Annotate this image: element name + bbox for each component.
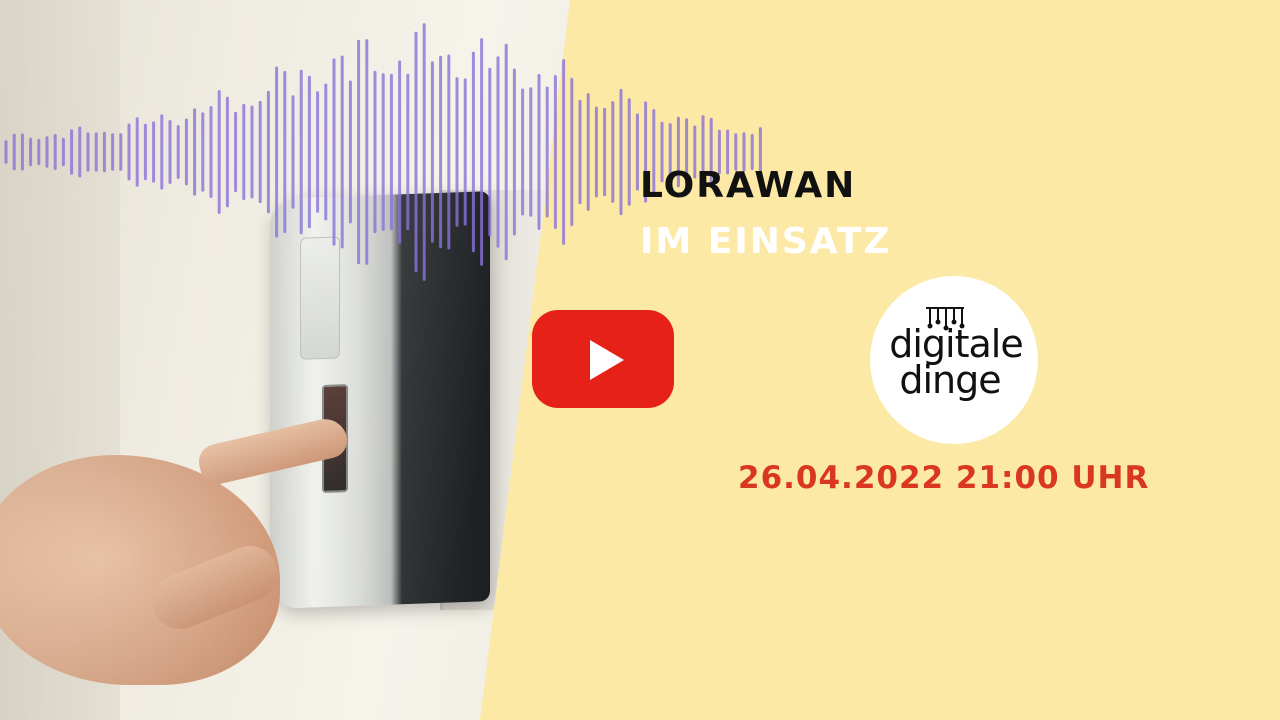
title-line-2: IM EINSATZ — [640, 221, 892, 262]
play-triangle-icon — [590, 340, 624, 380]
title-block: LORAWAN IM EINSATZ — [640, 162, 892, 266]
event-date: 26.04.2022 21:00 UHR — [738, 460, 1150, 496]
logo-line-2: dinge — [899, 358, 1001, 402]
title-line-1: LORAWAN — [640, 165, 857, 206]
thumbnail-canvas: LORAWAN IM EINSATZ digitale dinge 26.04.… — [0, 0, 1280, 720]
youtube-play-icon[interactable] — [532, 310, 674, 408]
digitale-dinge-logo: digitale dinge — [870, 276, 1038, 444]
